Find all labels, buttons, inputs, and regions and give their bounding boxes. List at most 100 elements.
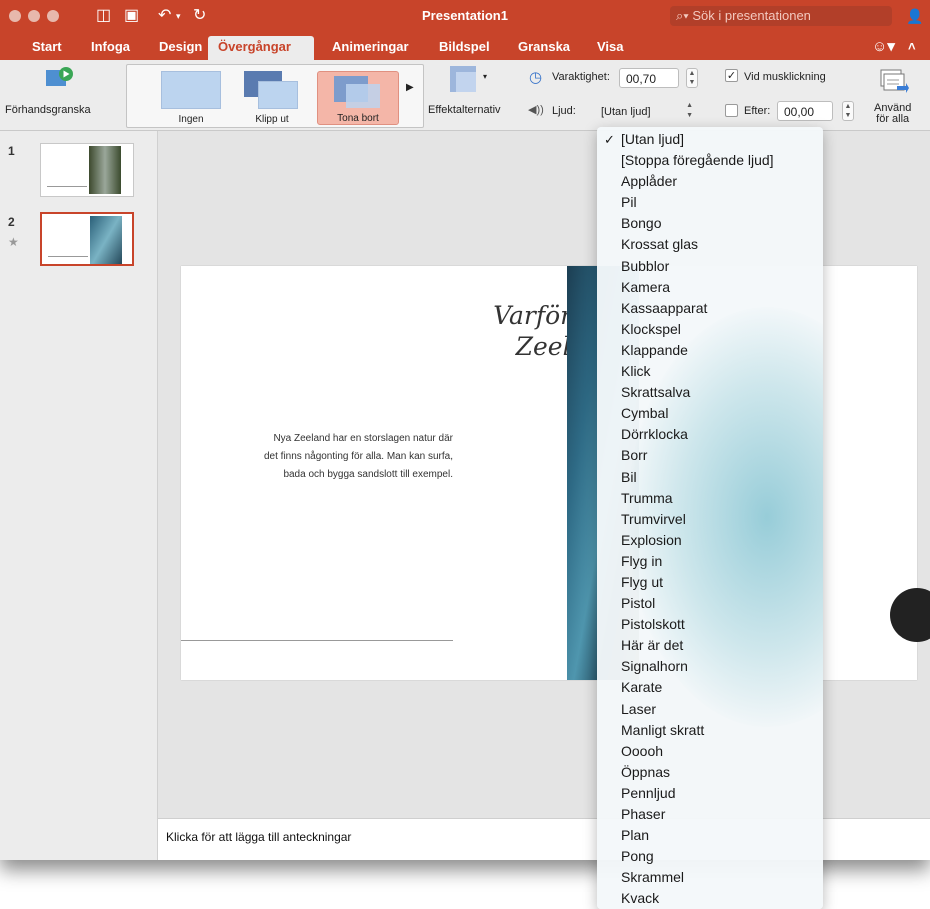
sound-option[interactable]: Flyg ut: [597, 572, 823, 593]
sound-option[interactable]: [Stoppa föregående ljud]: [597, 150, 823, 171]
tab-bildspel[interactable]: Bildspel: [429, 36, 500, 60]
slide-body-line2: det finns någonting för alla. Man kan su…: [263, 451, 453, 462]
after-input[interactable]: 00,00: [777, 101, 833, 121]
sound-option-label: Flyg in: [621, 552, 663, 569]
sound-option[interactable]: Klick: [597, 361, 823, 382]
sound-option[interactable]: Krossat glas: [597, 234, 823, 255]
sound-option[interactable]: Pong: [597, 846, 823, 867]
tab-infoga[interactable]: Infoga: [81, 36, 140, 60]
share-person-icon[interactable]: 👤: [906, 6, 923, 26]
slide-thumbnail-1-line: [47, 186, 87, 187]
tab-granska[interactable]: Granska: [508, 36, 580, 60]
sound-option[interactable]: Laser: [597, 699, 823, 720]
sound-option-label: Skrattsalva: [621, 384, 691, 401]
search-placeholder: Sök i presentationen: [692, 8, 811, 23]
sound-option[interactable]: Plan: [597, 825, 823, 846]
transition-ingen-label: Ingen: [178, 114, 204, 125]
sound-select[interactable]: [Utan ljud] ▲ ▼: [595, 101, 699, 121]
effect-options-label: Effektalternativ: [428, 104, 501, 116]
sound-option[interactable]: Kassaapparat: [597, 298, 823, 319]
sound-options-list: ✓ [Utan ljud] [Stoppa föregående ljud] Appl…: [597, 129, 823, 909]
checkmark-icon: ✓: [726, 70, 737, 82]
transition-tona-bort-label: Tona bort: [337, 113, 379, 124]
on-click-checkbox[interactable]: ✓: [725, 69, 738, 82]
tab-design[interactable]: Design: [149, 36, 212, 60]
after-checkbox[interactable]: [725, 104, 738, 117]
apply-to-all-button[interactable]: Använd för alla: [865, 60, 925, 130]
sound-option[interactable]: Flyg in: [597, 551, 823, 572]
sound-option-label: Karate: [621, 679, 663, 696]
slide-thumbnail-1[interactable]: [40, 143, 134, 197]
slide-thumbnail-2[interactable]: [40, 212, 134, 266]
sound-option[interactable]: Bil: [597, 467, 823, 488]
sound-option[interactable]: Öppnas: [597, 762, 823, 783]
slides-pane: 1 2 ★: [0, 131, 158, 860]
slide-number: 1: [8, 144, 15, 158]
sound-option[interactable]: Trumma: [597, 488, 823, 509]
slide-body-text[interactable]: Nya Zeeland har en storslagen natur där …: [201, 430, 453, 484]
slide-number: 2: [8, 215, 15, 229]
sound-option[interactable]: Här är det: [597, 635, 823, 656]
transition-tona-bort-overlay: [346, 84, 380, 108]
transition-tona-bort[interactable]: Tona bort: [317, 71, 399, 125]
sound-option-label: Bongo: [621, 215, 662, 232]
title-bar: ◫ ▣ ↶ ▾ ↻ Presentation1 ⌕▾ Sök i present…: [0, 0, 930, 32]
slide-circle-shape[interactable]: [890, 588, 930, 642]
sound-option[interactable]: Trumvirvel: [597, 509, 823, 530]
sound-option[interactable]: Pil: [597, 192, 823, 213]
collapse-ribbon-icon[interactable]: ˄: [898, 36, 926, 60]
transition-ingen[interactable]: Ingen: [157, 71, 225, 125]
tab-animeringar[interactable]: Animeringar: [322, 36, 419, 60]
sound-option[interactable]: ✓ [Utan ljud]: [597, 129, 823, 150]
sound-option[interactable]: Manligt skratt: [597, 720, 823, 741]
sound-option[interactable]: Klockspel: [597, 319, 823, 340]
sound-option-label: Cymbal: [621, 405, 669, 422]
sound-select-value: [Utan ljud]: [601, 106, 651, 118]
sound-option[interactable]: Klappande: [597, 340, 823, 361]
sound-option-label: Pil: [621, 194, 637, 211]
sound-option[interactable]: Bubblor: [597, 256, 823, 277]
sound-option[interactable]: Ooooh: [597, 741, 823, 762]
sound-option[interactable]: Karate: [597, 677, 823, 698]
sound-option[interactable]: Cymbal: [597, 403, 823, 424]
sound-option-label: [Stoppa föregående ljud]: [621, 152, 774, 169]
duration-label: Varaktighet:: [552, 71, 610, 83]
sound-option[interactable]: Signalhorn: [597, 656, 823, 677]
sound-option-label: Phaser: [621, 806, 666, 822]
sound-option-label: Borr: [621, 447, 648, 464]
preview-button[interactable]: Förhandsgranska: [0, 60, 120, 130]
sound-option[interactable]: Bongo: [597, 213, 823, 234]
sound-option-label: Klockspel: [621, 320, 681, 337]
transition-klipp-ut[interactable]: Klipp ut: [238, 71, 306, 125]
sound-option-label: Bil: [621, 468, 637, 485]
sound-option[interactable]: Skrammel: [597, 867, 823, 888]
sound-option[interactable]: Kvack: [597, 888, 823, 909]
tab-overgangar[interactable]: Övergångar: [208, 36, 314, 60]
sound-option[interactable]: Dörrklocka: [597, 424, 823, 445]
sound-option[interactable]: Kamera: [597, 277, 823, 298]
sound-option-label: Här är det: [621, 637, 684, 654]
sound-option[interactable]: Borr: [597, 445, 823, 466]
apply-to-all-icon: [880, 69, 909, 93]
sound-option[interactable]: Skrattsalva: [597, 382, 823, 403]
sound-option[interactable]: Explosion: [597, 530, 823, 551]
sound-option[interactable]: Pennljud: [597, 783, 823, 804]
sound-option[interactable]: Phaser: [597, 804, 823, 825]
effect-options-icon-front: [456, 72, 476, 92]
clock-icon: ◷: [529, 69, 543, 86]
sound-option[interactable]: Pistol: [597, 593, 823, 614]
sound-option[interactable]: Pistolskott: [597, 614, 823, 635]
after-stepper[interactable]: ▲ ▼: [842, 101, 854, 121]
tab-start[interactable]: Start: [22, 36, 72, 60]
duration-input[interactable]: 00,70: [619, 68, 679, 88]
sound-option-label: Pistolskott: [621, 616, 685, 633]
tab-visa[interactable]: Visa: [587, 36, 634, 60]
gallery-more-icon[interactable]: ▶: [406, 82, 414, 93]
search-field[interactable]: ⌕▾ Sök i presentationen: [670, 6, 892, 26]
sound-option-label: Dörrklocka: [621, 426, 688, 443]
sound-option-label: Kamera: [621, 278, 671, 295]
sound-option-label: Pong: [621, 848, 654, 865]
effect-options-button[interactable]: ▾ Effektalternativ: [425, 60, 515, 130]
sound-option[interactable]: Applåder: [597, 171, 823, 192]
duration-stepper[interactable]: ▲ ▼: [686, 68, 698, 88]
